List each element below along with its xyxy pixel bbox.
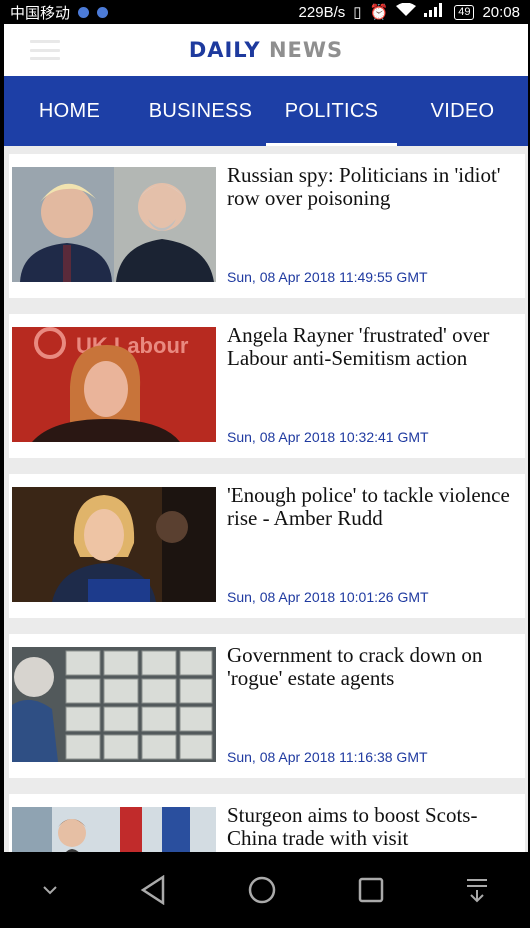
- app-header: DAILY NEWS: [4, 24, 528, 76]
- app-logo: DAILY NEWS: [188, 38, 344, 62]
- tab-video[interactable]: VIDEO: [397, 76, 528, 146]
- notification-icon: [78, 6, 90, 18]
- article-headline[interactable]: Sturgeon aims to boost Scots-China trade…: [227, 804, 517, 850]
- wifi-icon: [396, 2, 417, 21]
- carrier-name: 中国移动: [10, 4, 71, 22]
- tab-business[interactable]: BUSINESS: [135, 76, 266, 146]
- article-thumbnail: UK Labour: [12, 327, 216, 442]
- signal-icon: [424, 3, 446, 21]
- vibrate-icon: ▯: [353, 4, 362, 21]
- battery-icon: 49: [454, 4, 475, 20]
- article-card[interactable]: 'Enough police' to tackle violence rise …: [9, 474, 525, 618]
- article-headline[interactable]: Government to crack down on 'rogue' esta…: [227, 644, 517, 690]
- status-bar: 中国移动 229B/s ▯ ⏰ 49 20:08: [0, 0, 530, 24]
- article-feed[interactable]: Russian spy: Politicians in 'idiot' row …: [4, 146, 528, 852]
- category-tabs: HOME BUSINESS POLITICS VIDEO: [4, 76, 528, 146]
- article-card[interactable]: UK Labour Angela Rayner 'frustrated' ove…: [9, 314, 525, 458]
- tab-politics[interactable]: POLITICS: [266, 76, 397, 146]
- article-date: Sun, 08 Apr 2018 10:01:26 GMT: [227, 589, 429, 605]
- article-card[interactable]: Russian spy: Politicians in 'idiot' row …: [9, 154, 525, 298]
- network-speed: 229B/s: [298, 3, 346, 21]
- article-card[interactable]: Government to crack down on 'rogue' esta…: [9, 634, 525, 778]
- chevron-down-icon[interactable]: [40, 883, 60, 897]
- hamburger-menu-icon[interactable]: [30, 40, 60, 60]
- alarm-icon: ⏰: [369, 4, 389, 21]
- notification-icon: [97, 6, 109, 18]
- article-headline[interactable]: Russian spy: Politicians in 'idiot' row …: [227, 164, 517, 210]
- notification-pull-icon[interactable]: [464, 876, 490, 904]
- home-icon[interactable]: [247, 875, 277, 905]
- article-headline[interactable]: Angela Rayner 'frustrated' over Labour a…: [227, 324, 517, 370]
- article-date: Sun, 08 Apr 2018 10:32:41 GMT: [227, 429, 429, 445]
- article-card[interactable]: Sturgeon aims to boost Scots-China trade…: [9, 794, 525, 852]
- clock: 20:08: [482, 3, 520, 21]
- article-headline[interactable]: 'Enough police' to tackle violence rise …: [227, 484, 517, 530]
- recent-apps-icon[interactable]: [357, 876, 385, 904]
- article-thumbnail: [12, 807, 216, 852]
- tab-home[interactable]: HOME: [4, 76, 135, 146]
- article-date: Sun, 08 Apr 2018 11:49:55 GMT: [227, 269, 428, 285]
- article-thumbnail: [12, 647, 216, 762]
- article-thumbnail: [12, 167, 216, 282]
- system-nav-bar: [0, 852, 530, 928]
- back-icon[interactable]: [139, 875, 167, 905]
- article-date: Sun, 08 Apr 2018 11:16:38 GMT: [227, 749, 428, 765]
- article-thumbnail: [12, 487, 216, 602]
